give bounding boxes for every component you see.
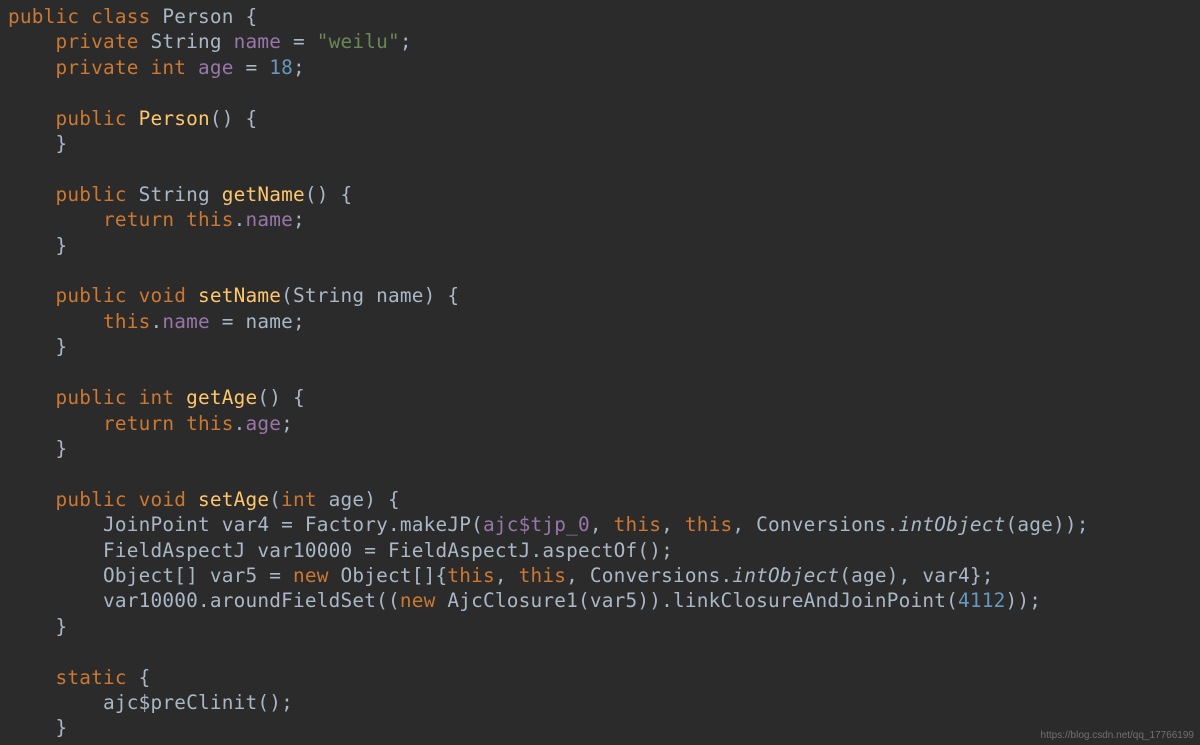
- code-line: public Person() {: [8, 107, 257, 130]
- code-line: private int age = 18;: [8, 56, 305, 79]
- code-line: Object[] var5 = new Object[]{this, this,…: [8, 564, 994, 587]
- watermark-text: https://blog.csdn.net/qq_17766199: [1041, 730, 1194, 741]
- code-line: return this.name;: [8, 208, 305, 231]
- code-line: JoinPoint var4 = Factory.makeJP(ajc$tjp_…: [8, 513, 1089, 536]
- code-line: static {: [8, 666, 151, 689]
- code-line: }: [8, 716, 67, 739]
- code-line: public int getAge() {: [8, 386, 305, 409]
- code-line: var10000.aroundFieldSet((new AjcClosure1…: [8, 589, 1041, 612]
- code-line: }: [8, 615, 67, 638]
- code-line: ajc$preClinit();: [8, 691, 293, 714]
- code-line: }: [8, 234, 67, 257]
- code-line: public void setAge(int age) {: [8, 488, 400, 511]
- code-line: public String getName() {: [8, 183, 352, 206]
- code-line: this.name = name;: [8, 310, 305, 333]
- code-line: return this.age;: [8, 412, 293, 435]
- code-line: }: [8, 335, 67, 358]
- code-line: }: [8, 437, 67, 460]
- code-line: FieldAspectJ var10000 = FieldAspectJ.asp…: [8, 539, 673, 562]
- code-line: }: [8, 132, 67, 155]
- code-line: public void setName(String name) {: [8, 284, 459, 307]
- code-line: private String name = "weilu";: [8, 30, 412, 53]
- code-line: public class Person {: [8, 5, 257, 28]
- code-editor: public class Person { private String nam…: [0, 0, 1200, 741]
